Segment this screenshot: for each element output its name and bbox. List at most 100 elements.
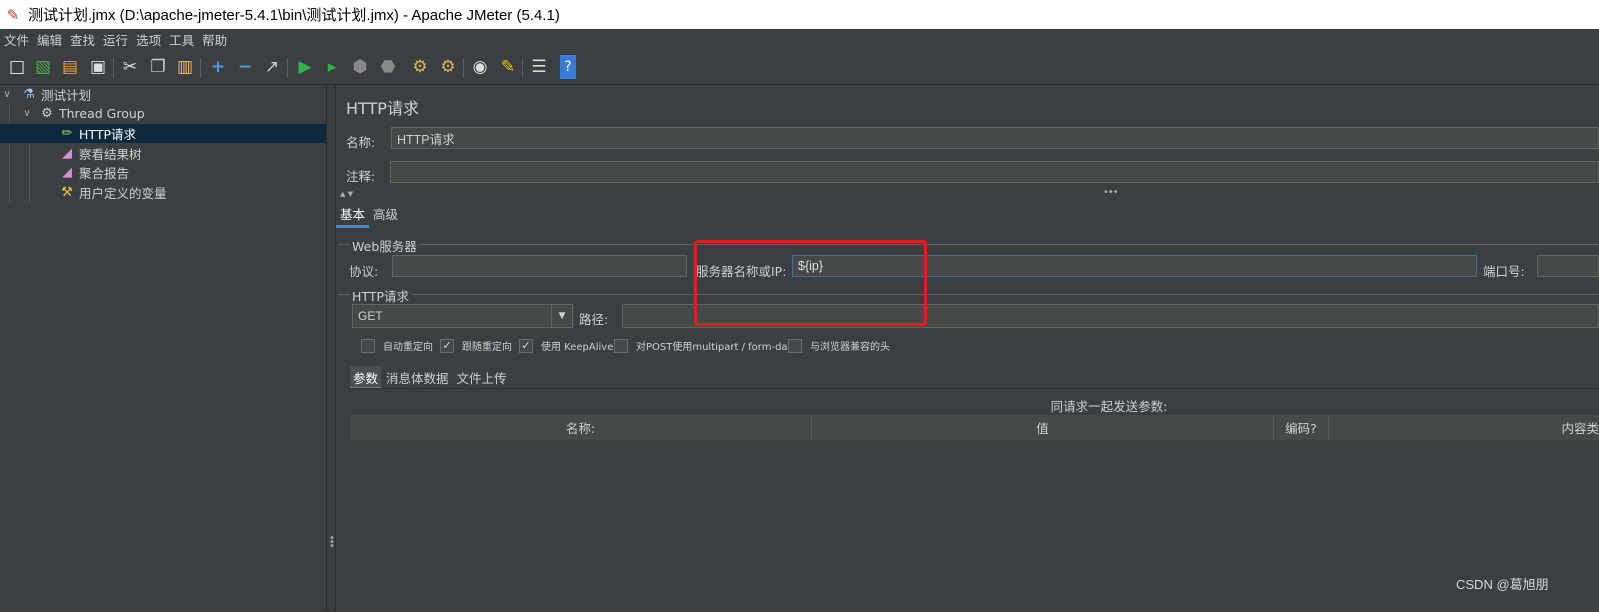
watermark: CSDN @葛旭朋 [1456,577,1549,592]
protocol-field[interactable] [392,255,687,277]
http-request-section-title: HTTP请求 [350,286,411,305]
copy-icon[interactable]: ❐ [146,55,170,79]
templates-icon[interactable]: ▧ [31,55,55,79]
pipette-icon: ✏ [61,126,73,141]
name-field[interactable]: HTTP请求 [391,127,1599,149]
tools-icon: ⚒ [61,185,73,200]
save-icon[interactable]: ▣ [86,55,110,79]
menu-edit[interactable]: 编辑 [33,30,66,49]
method-select[interactable]: GET ▼ [352,304,573,328]
tree-item-thread-group[interactable]: ∨ ⚙ Thread Group [20,104,326,123]
toolbar: □ ▧ ▤ ▣ ✂ ❐ ▥ + − ↗ ▶ ▸ ⬢ ⬣ ⚙ ⚙ ◉ ✎ ☰ ? [0,50,1599,85]
tree-item-label: 用户定义的变量 [79,186,167,201]
highlight-annotation-box [694,240,927,326]
vertical-splitter[interactable]: • • • [327,85,336,611]
toolbar-separator [522,58,523,78]
toolbar-separator [287,58,288,78]
checkmark-icon[interactable]: ✓ [519,338,533,353]
comment-field[interactable] [390,161,1599,183]
paste-icon[interactable]: ▥ [173,55,197,79]
toolbar-separator [200,58,201,78]
chart-icon: ◢ [62,146,72,161]
reset-search-icon[interactable]: ✎ [496,55,520,79]
collapse-arrows-icon[interactable]: ▲ ▼ [340,190,353,198]
name-label: 名称: [346,135,376,150]
shutdown-icon[interactable]: ⬣ [376,55,400,79]
tree-item-user-defined-variables[interactable]: ⚒ 用户定义的变量 [58,183,326,202]
page-title: HTTP请求 [346,99,419,118]
checkbox-box[interactable] [614,338,628,353]
cut-icon[interactable]: ✂ [118,55,142,79]
checkbox-label: 使用 KeepAlive [541,342,614,353]
tree-item-label: 聚合报告 [79,166,130,181]
start-icon[interactable]: ▶ [293,55,317,79]
flask-icon: ⚗ [23,87,35,102]
tree-item-label: HTTP请求 [79,127,136,142]
new-icon[interactable]: □ [5,55,29,79]
toggle-icon[interactable]: ↗ [260,55,284,79]
menu-tools[interactable]: 工具 [165,30,198,49]
checkbox-browser-headers[interactable]: 与浏览器兼容的头 [788,338,890,353]
comment-label: 注释: [346,169,376,184]
tab-basic[interactable]: 基本 [336,201,370,228]
checkbox-follow-redirects[interactable]: ✓ 跟随重定向 [440,338,512,353]
collapse-icon[interactable]: − [233,55,257,79]
column-header-name[interactable]: 名称: [350,415,812,440]
method-value: GET [358,309,383,323]
checkbox-multipart[interactable]: 对POST使用multipart / form-data [614,338,798,353]
tree-item-aggregate-report[interactable]: ◢ 聚合报告 [58,163,326,182]
column-header-encode[interactable]: 编码? [1274,415,1329,440]
tab-parameters[interactable]: 参数 [350,366,382,390]
tab-advanced[interactable]: 高级 [369,201,402,225]
tree-item-label: 测试计划 [41,88,92,103]
tab-file-upload[interactable]: 文件上传 [454,366,510,387]
path-label: 路径: [579,312,609,327]
menu-help[interactable]: 帮助 [198,30,231,49]
clear-all-icon[interactable]: ⚙ [436,55,460,79]
menu-options[interactable]: 选项 [132,30,165,49]
parameters-table: 同请求一起发送参数: 名称: 值 编码? 内容类 [350,388,1599,612]
chevron-down-icon[interactable]: ▼ [551,305,572,327]
tab-body-data[interactable]: 消息体数据 [383,366,452,387]
menu-search[interactable]: 查找 [66,30,99,49]
clear-icon[interactable]: ⚙ [408,55,432,79]
search-icon[interactable]: ◉ [468,55,492,79]
open-icon[interactable]: ▤ [58,55,82,79]
tree-guide-line [9,104,10,202]
help-icon[interactable]: ? [560,55,576,79]
menu-bar: 文件 编辑 查找 运行 选项 工具 帮助 [0,29,1599,50]
protocol-label: 协议: [349,264,379,279]
checkbox-keepalive[interactable]: ✓ 使用 KeepAlive [519,338,613,353]
test-plan-tree: ∨ ⚗ 测试计划 ∨ ⚙ Thread Group ✏ HTTP请求 ◢ 察看结… [0,85,327,611]
menu-run[interactable]: 运行 [99,30,132,49]
tree-item-label: 察看结果树 [79,147,142,162]
table-caption: 同请求一起发送参数: [1050,399,1168,414]
column-header-value[interactable]: 值 [812,415,1274,440]
column-header-content-type[interactable]: 内容类 [1329,415,1599,440]
start-no-pause-icon[interactable]: ▸ [320,55,344,79]
checkbox-auto-redirect[interactable]: 自动重定向 [361,338,433,353]
splitter-handle-icon[interactable]: ••• [329,534,335,552]
checkbox-label: 自动重定向 [383,342,433,353]
web-server-section-title: Web服务器 [350,236,419,255]
splitter-handle-icon[interactable]: ••• [1103,187,1119,198]
checkbox-box[interactable] [361,338,375,353]
config-tabs: 基本 高级 [336,201,402,228]
checkbox-box[interactable] [788,338,802,353]
checkmark-icon[interactable]: ✓ [440,338,454,353]
stop-icon[interactable]: ⬢ [348,55,372,79]
expand-icon[interactable]: + [206,55,230,79]
request-body-tabs: 参数 消息体数据 文件上传 [350,366,512,390]
toolbar-separator [113,58,114,78]
tree-item-view-results-tree[interactable]: ◢ 察看结果树 [58,144,326,163]
horizontal-splitter[interactable]: ▲ ▼ ••• [336,187,1599,198]
tree-item-test-plan[interactable]: ∨ ⚗ 测试计划 [0,85,326,104]
menu-file[interactable]: 文件 [0,30,33,49]
tree-item-http-request[interactable]: ✏ HTTP请求 [0,124,326,143]
port-field[interactable] [1537,255,1599,277]
chevron-down-icon[interactable]: ∨ [20,108,34,119]
tree-item-label: Thread Group [59,106,145,121]
chevron-down-icon[interactable]: ∨ [0,89,14,100]
window-title: 测试计划.jmx (D:\apache-jmeter-5.4.1\bin\测试计… [28,7,560,24]
function-helper-icon[interactable]: ☰ [527,55,551,79]
